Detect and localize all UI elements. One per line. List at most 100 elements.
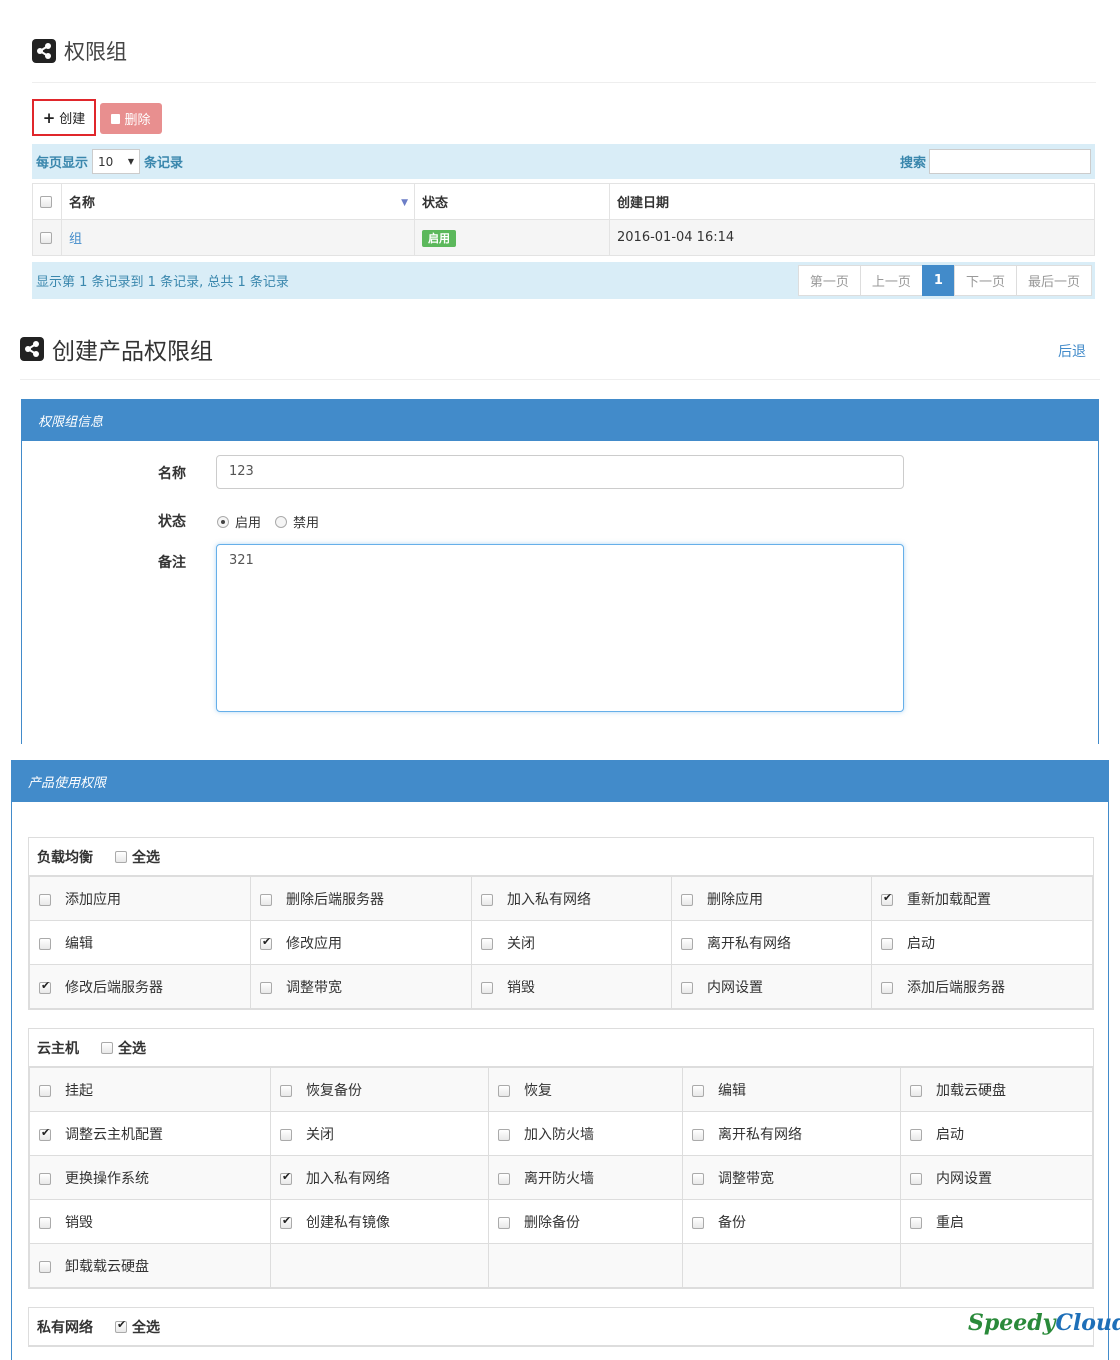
delete-button[interactable]: 删除	[100, 103, 162, 134]
select-all-toggle[interactable]: 全选	[115, 1317, 160, 1337]
permission-checkbox[interactable]	[692, 1084, 704, 1097]
permission-cell[interactable]: 关闭	[270, 1111, 489, 1156]
permission-cell[interactable]: 备份	[682, 1199, 901, 1244]
permission-cell[interactable]: 挂起	[29, 1067, 271, 1112]
permission-cell[interactable]: 启动	[871, 920, 1093, 965]
permission-checkbox[interactable]	[39, 1084, 51, 1097]
permission-checkbox[interactable]	[498, 1128, 510, 1141]
permission-cell[interactable]: 离开防火墙	[488, 1155, 683, 1200]
prev-page-button[interactable]: 上一页	[859, 265, 923, 296]
status-disable-radio[interactable]	[275, 515, 288, 528]
permission-checkbox[interactable]	[498, 1172, 510, 1185]
row-name-link[interactable]: 组	[69, 232, 82, 247]
search-input[interactable]	[929, 149, 1091, 174]
permission-cell[interactable]: 加入防火墙	[488, 1111, 683, 1156]
permission-cell[interactable]: 销毁	[29, 1199, 271, 1244]
permission-checkbox[interactable]	[481, 893, 493, 906]
create-button[interactable]: + 创建	[32, 99, 96, 136]
permission-checkbox[interactable]	[39, 1216, 51, 1229]
permission-cell[interactable]: 离开私有网络	[671, 920, 872, 965]
permission-cell[interactable]: 调整带宽	[250, 964, 472, 1009]
permission-checkbox[interactable]	[498, 1216, 510, 1229]
permission-checkbox[interactable]	[692, 1172, 704, 1185]
permission-checkbox[interactable]	[681, 981, 693, 994]
permission-cell[interactable]: 销毁	[471, 964, 672, 1009]
current-page-button[interactable]: 1	[921, 265, 955, 296]
permission-checkbox[interactable]	[910, 1084, 922, 1097]
select-all-cell[interactable]	[32, 183, 62, 220]
permission-checkbox[interactable]	[39, 1172, 51, 1185]
permission-cell[interactable]: 离开私有网络	[682, 1111, 901, 1156]
permission-checkbox[interactable]	[692, 1128, 704, 1141]
permission-cell[interactable]: 编辑	[29, 920, 251, 965]
remark-textarea[interactable]: 321	[216, 544, 904, 712]
select-all-toggle[interactable]: 全选	[101, 1038, 146, 1058]
permission-checkbox[interactable]	[39, 937, 51, 950]
permission-checkbox[interactable]	[39, 893, 51, 906]
permission-cell[interactable]: 编辑	[682, 1067, 901, 1112]
permission-checkbox[interactable]	[280, 1214, 292, 1229]
permission-cell[interactable]: 创建私有镜像	[270, 1199, 489, 1244]
permission-cell[interactable]: 调整云主机配置	[29, 1111, 271, 1156]
permission-cell[interactable]: 加载云硬盘	[900, 1067, 1093, 1112]
permission-cell[interactable]: 卸载载云硬盘	[29, 1243, 271, 1288]
permission-checkbox[interactable]	[260, 935, 272, 950]
permission-checkbox[interactable]	[681, 893, 693, 906]
permission-checkbox[interactable]	[910, 1172, 922, 1185]
first-page-button[interactable]: 第一页	[797, 265, 861, 296]
back-link[interactable]: 后退	[1058, 341, 1086, 361]
select-all-checkbox[interactable]	[101, 1041, 113, 1054]
permission-checkbox[interactable]	[481, 981, 493, 994]
permission-cell[interactable]: 添加后端服务器	[871, 964, 1093, 1009]
permission-checkbox[interactable]	[692, 1216, 704, 1229]
permission-cell[interactable]: 加入私有网络	[270, 1155, 489, 1200]
select-all-toggle[interactable]: 全选	[115, 847, 160, 867]
permission-cell[interactable]: 更换操作系统	[29, 1155, 271, 1200]
permission-checkbox[interactable]	[881, 891, 893, 906]
permission-checkbox[interactable]	[910, 1128, 922, 1141]
permission-checkbox[interactable]	[881, 937, 893, 950]
permission-cell[interactable]: 恢复备份	[270, 1067, 489, 1112]
permission-cell[interactable]: 内网设置	[900, 1155, 1093, 1200]
permission-cell[interactable]: 删除后端服务器	[250, 876, 472, 921]
row-name[interactable]: 组	[61, 219, 415, 256]
permission-cell[interactable]: 内网设置	[671, 964, 872, 1009]
select-all-checkbox[interactable]	[115, 850, 127, 863]
status-enable-radio[interactable]	[217, 515, 229, 528]
permission-checkbox[interactable]	[498, 1084, 510, 1097]
permission-checkbox[interactable]	[280, 1084, 292, 1097]
permission-checkbox[interactable]	[881, 981, 893, 994]
permission-checkbox[interactable]	[280, 1170, 292, 1185]
permission-checkbox[interactable]	[910, 1216, 922, 1229]
permission-cell[interactable]: 恢复	[488, 1067, 683, 1112]
column-header-created[interactable]: 创建日期	[609, 183, 1095, 220]
permission-cell[interactable]: 调整带宽	[682, 1155, 901, 1200]
last-page-button[interactable]: 最后一页	[1015, 265, 1092, 296]
table-row[interactable]: 组 启用 2016-01-04 16:14	[32, 219, 1095, 256]
permission-checkbox[interactable]	[39, 1126, 51, 1141]
permission-cell[interactable]: 修改后端服务器	[29, 964, 251, 1009]
permission-checkbox[interactable]	[39, 1260, 51, 1273]
permission-checkbox[interactable]	[681, 937, 693, 950]
permission-cell[interactable]: 重启	[900, 1199, 1093, 1244]
permission-checkbox[interactable]	[280, 1128, 292, 1141]
permission-cell[interactable]: 启动	[900, 1111, 1093, 1156]
column-header-name[interactable]: 名称 ▼	[61, 183, 415, 220]
permission-cell[interactable]: 删除应用	[671, 876, 872, 921]
column-header-status[interactable]: 状态	[414, 183, 610, 220]
permission-cell[interactable]: 加入私有网络	[471, 876, 672, 921]
row-checkbox[interactable]	[40, 231, 52, 244]
per-page-select[interactable]: 10 ▼	[92, 149, 141, 174]
permission-checkbox[interactable]	[481, 937, 493, 950]
row-checkbox-cell[interactable]	[32, 219, 62, 256]
permission-cell[interactable]: 关闭	[471, 920, 672, 965]
permission-checkbox[interactable]	[260, 893, 272, 906]
name-input[interactable]: 123	[216, 455, 904, 489]
select-all-checkbox[interactable]	[115, 1318, 127, 1333]
permission-cell[interactable]: 重新加载配置	[871, 876, 1093, 921]
next-page-button[interactable]: 下一页	[953, 265, 1017, 296]
permission-cell[interactable]: 删除备份	[488, 1199, 683, 1244]
permission-cell[interactable]: 修改应用	[250, 920, 472, 965]
select-all-checkbox[interactable]	[40, 195, 52, 208]
permission-checkbox[interactable]	[39, 979, 51, 994]
